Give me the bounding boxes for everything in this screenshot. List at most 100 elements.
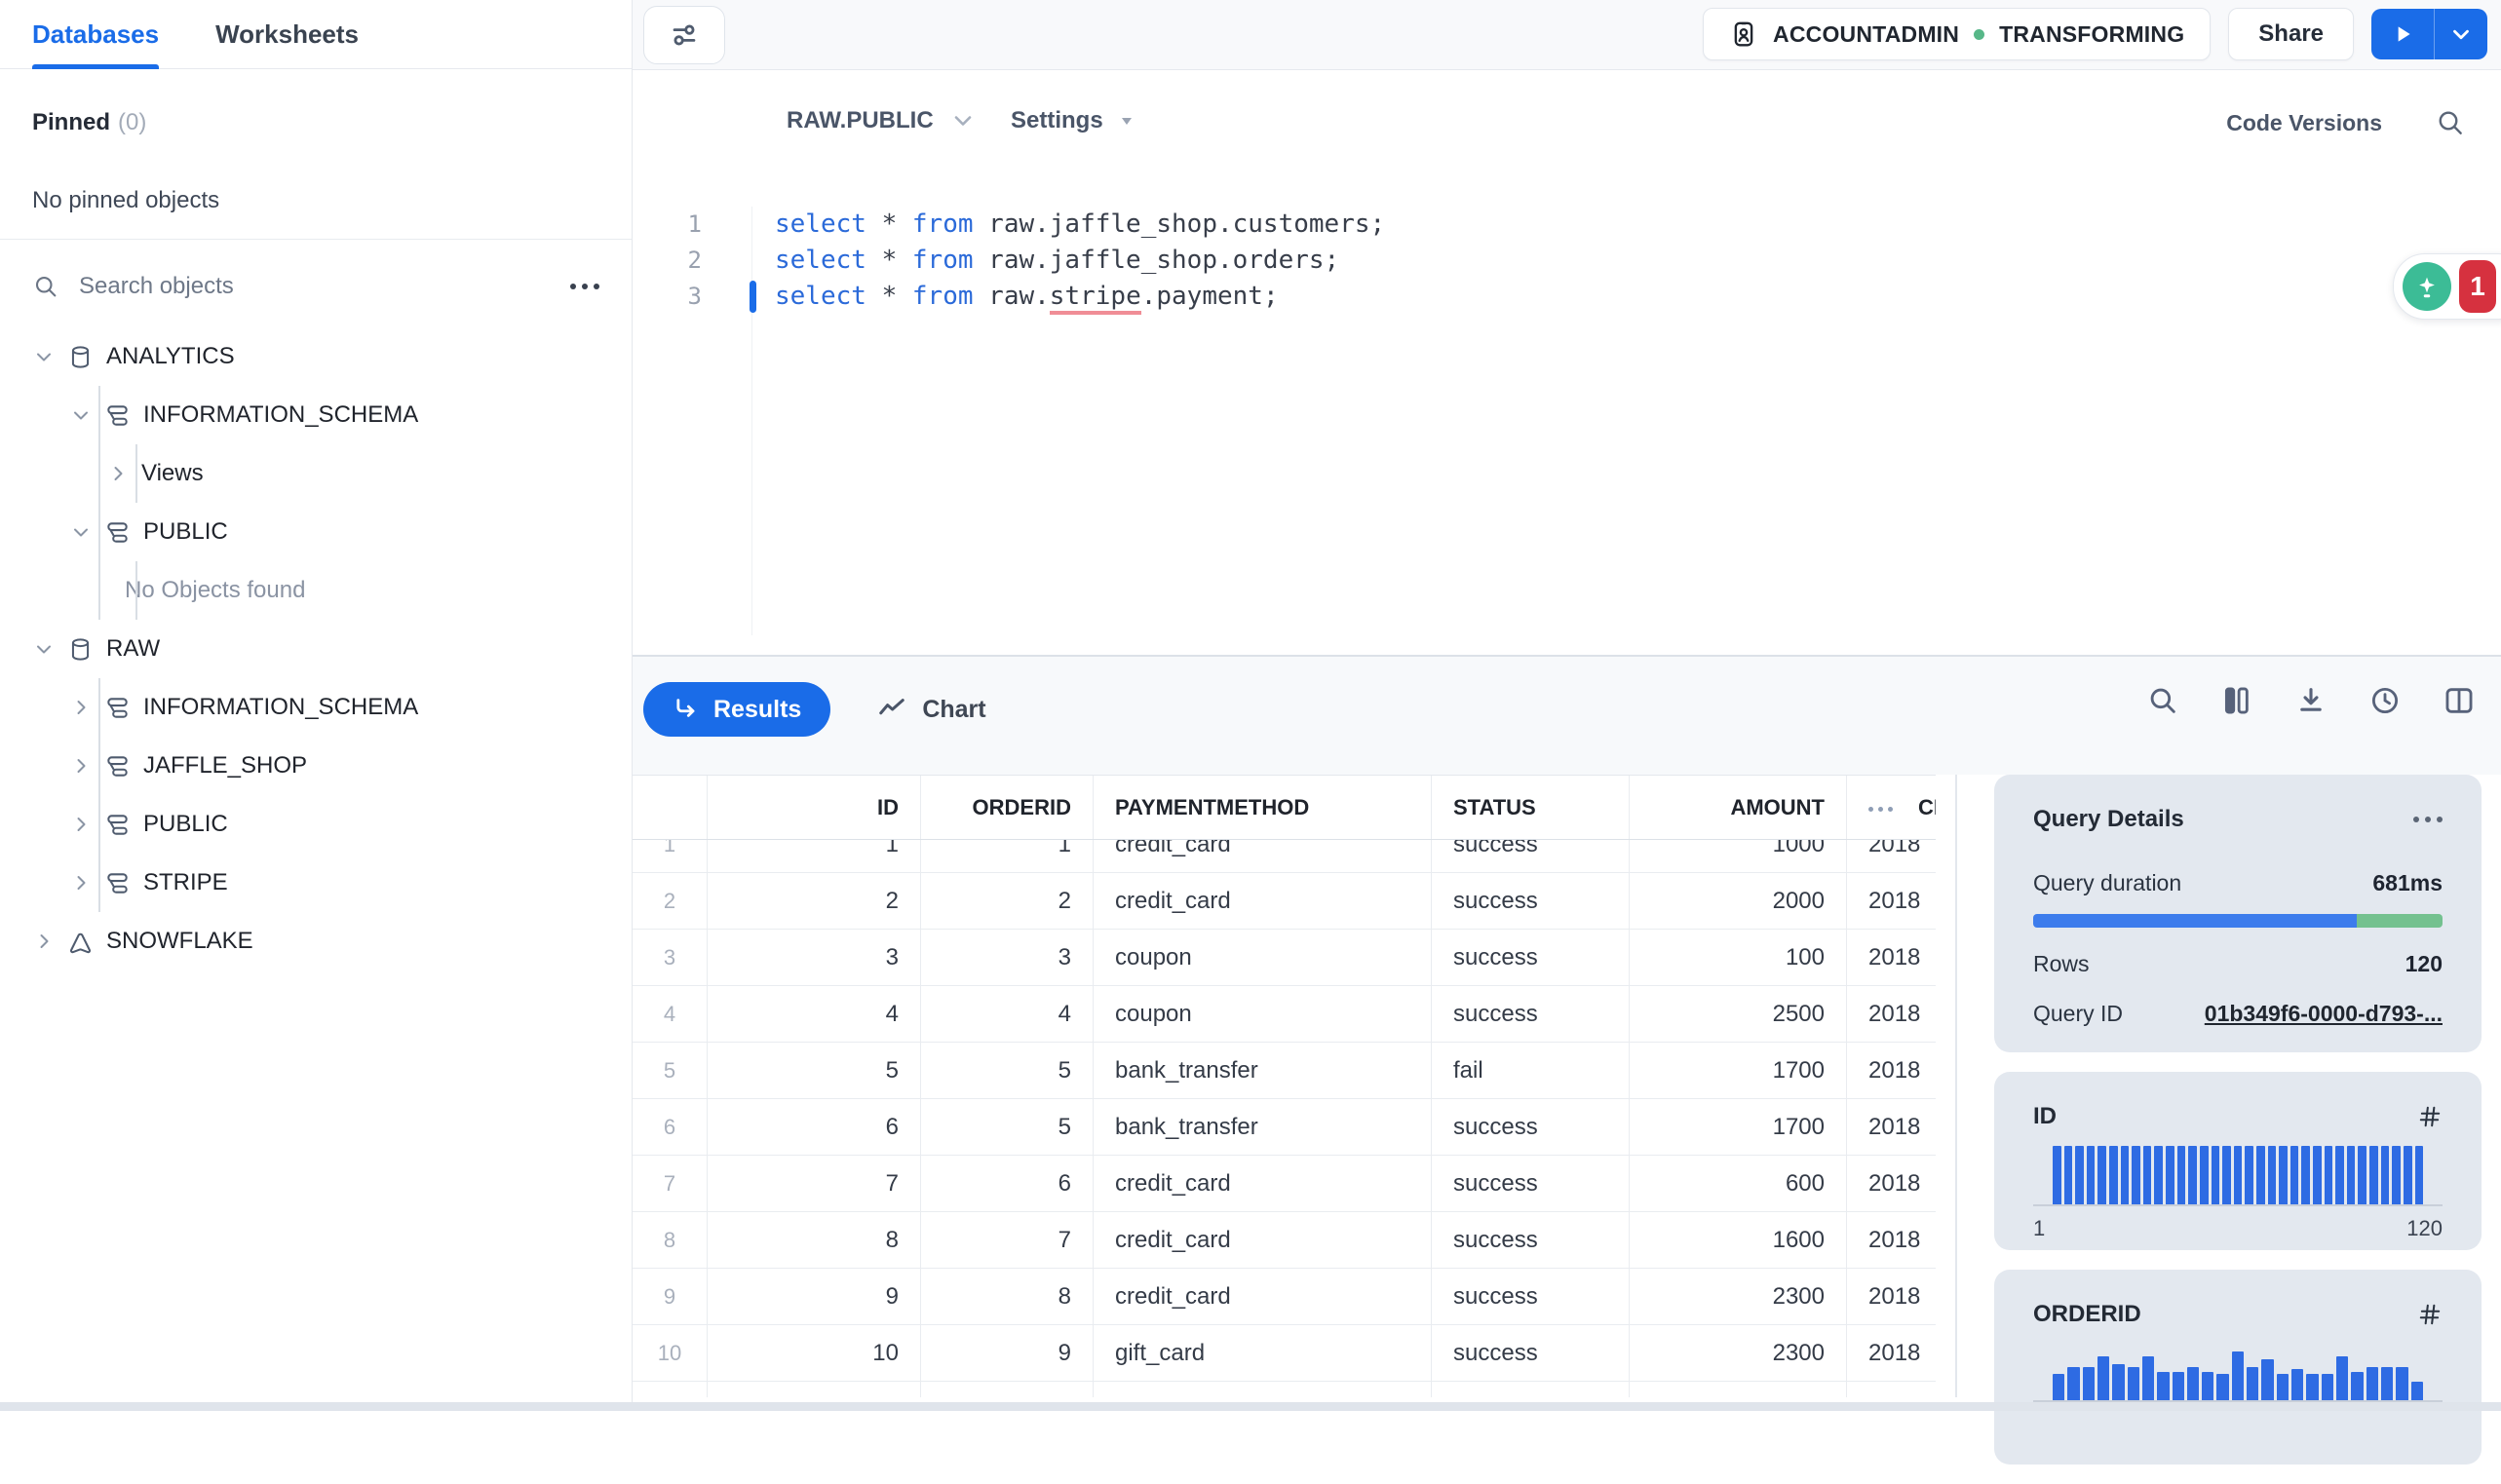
chevron-right-icon[interactable] <box>69 696 93 719</box>
column-header-id[interactable]: ID <box>708 776 921 839</box>
histogram-bar <box>2267 1146 2277 1206</box>
histogram-bar <box>2142 1146 2152 1206</box>
database-schema-selector[interactable]: RAW.PUBLIC <box>787 107 977 134</box>
table-cell: 2 <box>708 873 921 929</box>
table-row[interactable]: 4 4 4 coupon success 2500 2018 <box>633 986 1936 1043</box>
tree-item-public[interactable]: PUBLIC <box>0 503 632 561</box>
numeric-hash-icon[interactable] <box>2417 1302 2443 1327</box>
tree-item-stripe[interactable]: STRIPE <box>0 854 632 912</box>
table-cell: 8 <box>633 1212 708 1268</box>
tree-item-views[interactable]: Views <box>0 444 632 503</box>
run-options-chevron[interactable] <box>2434 9 2487 59</box>
copilot-suggestion-pill[interactable]: 1 <box>2393 253 2501 320</box>
id-axis-min: 1 <box>2033 1216 2046 1240</box>
chevron-down-icon[interactable] <box>69 403 93 427</box>
table-cell: 5 <box>921 1043 1094 1098</box>
sidebar-more-menu-icon[interactable] <box>570 284 599 289</box>
column-header-amount[interactable]: AMOUNT <box>1630 776 1847 839</box>
chevron-right-icon[interactable] <box>106 462 130 485</box>
tree-item-information-schema[interactable]: INFORMATION_SCHEMA <box>0 386 632 444</box>
histogram-bar <box>2396 1366 2408 1402</box>
chevron-right-icon[interactable] <box>32 930 56 953</box>
table-cell: 2300 <box>1630 1325 1847 1381</box>
sql-line[interactable]: 2 select * from raw.jaffle_shop.orders; <box>633 243 2501 279</box>
tab-chart[interactable]: Chart <box>877 695 986 724</box>
table-cell: 7 <box>921 1212 1094 1268</box>
histogram-bar <box>2176 1146 2186 1206</box>
table-row[interactable]: 9 9 8 credit_card success 2300 2018 <box>633 1269 1936 1325</box>
table-vertical-scrollbar[interactable] <box>1955 775 1957 1397</box>
results-search-icon[interactable] <box>2146 684 2179 717</box>
table-cell <box>1847 1382 1936 1397</box>
table-cell: 6 <box>708 1099 921 1155</box>
table-row[interactable]: 3 3 3 coupon success 100 2018 <box>633 930 1936 986</box>
column-header-paymentmethod[interactable]: PAYMENTMETHOD <box>1094 776 1432 839</box>
histogram-bar <box>2086 1146 2096 1206</box>
histogram-bar <box>2369 1146 2378 1206</box>
duration-value: 681ms <box>2372 870 2443 895</box>
tree-item-jaffle-shop[interactable]: JAFFLE_SHOP <box>0 737 632 795</box>
sql-line[interactable]: 1 select * from raw.jaffle_shop.customers… <box>633 207 2501 243</box>
tab-databases[interactable]: Databases <box>32 0 160 69</box>
histogram-bar <box>2199 1146 2209 1206</box>
chevron-right-icon[interactable] <box>69 754 93 778</box>
tree-item-analytics[interactable]: ANALYTICS <box>0 327 632 386</box>
chevron-right-icon[interactable] <box>69 813 93 836</box>
column-header-rownum[interactable] <box>633 776 708 839</box>
tree-item-snowflake[interactable]: SNOWFLAKE <box>0 912 632 970</box>
tree-item-information-schema[interactable]: INFORMATION_SCHEMA <box>0 678 632 737</box>
table-row[interactable]: 5 5 5 bank_transfer fail 1700 2018 <box>633 1043 1936 1099</box>
column-header-orderid[interactable]: ORDERID <box>921 776 1094 839</box>
id-histogram-card: ID 1 120 <box>1994 1072 2482 1250</box>
chevron-down-icon[interactable] <box>32 345 56 368</box>
object-explorer-sidebar: Databases Worksheets Pinned (0) No pinned… <box>0 0 633 1411</box>
editor-search-icon[interactable] <box>2435 107 2466 138</box>
database-icon <box>67 636 94 663</box>
chevron-right-icon[interactable] <box>69 871 93 894</box>
tree-item-label: PUBLIC <box>143 518 228 545</box>
columns-icon[interactable] <box>2220 684 2253 717</box>
query-id-link[interactable]: 01b349f6-0000-d793-... <box>2205 1001 2443 1027</box>
histogram-bar <box>2053 1146 2061 1206</box>
id-column-title: ID <box>2033 1103 2057 1129</box>
histogram-bar <box>2216 1374 2229 1402</box>
download-icon[interactable] <box>2294 684 2328 717</box>
query-history-clock-icon[interactable] <box>2368 684 2402 717</box>
context-role-warehouse-button[interactable]: ACCOUNTADMIN TRANSFORMING <box>1703 8 2212 60</box>
column-header-created[interactable]: CREATED <box>1847 776 1936 839</box>
object-tree: ANALYTICS INFORMATION_SCHEMA Views PUBLIC No… <box>0 327 632 970</box>
table-cell: 3 <box>921 930 1094 985</box>
tab-worksheets[interactable]: Worksheets <box>215 0 359 69</box>
chevron-down-icon[interactable] <box>69 520 93 544</box>
table-cell: success <box>1432 873 1630 929</box>
snowflake-icon <box>67 929 94 955</box>
orderid-column-title: ORDERID <box>2033 1301 2141 1327</box>
table-cell: bank_transfer <box>1094 1043 1432 1098</box>
numeric-hash-icon[interactable] <box>2417 1104 2443 1129</box>
table-row[interactable]: 8 8 7 credit_card success 1600 2018 <box>633 1212 1936 1269</box>
column-menu-icon[interactable] <box>1868 806 1893 812</box>
table-row[interactable]: 2 2 2 credit_card success 2000 2018 <box>633 873 1936 930</box>
table-row[interactable]: 10 10 9 gift_card success 2300 2018 <box>633 1325 1936 1382</box>
horizontal-scrollbar[interactable] <box>0 1402 2501 1411</box>
search-objects-input[interactable] <box>77 272 553 301</box>
table-row[interactable]: 7 7 6 credit_card success 600 2018 <box>633 1156 1936 1212</box>
share-button[interactable]: Share <box>2228 8 2354 60</box>
tree-guide <box>98 386 100 620</box>
histogram-bar <box>2172 1371 2184 1402</box>
run-button[interactable] <box>2371 9 2434 59</box>
table-row[interactable]: 11 <box>633 1382 1936 1397</box>
settings-dropdown[interactable]: Settings <box>1011 107 1135 134</box>
sql-line[interactable]: 3 select * from raw.stripe.payment; <box>633 279 2501 315</box>
tab-results[interactable]: Results <box>643 682 831 737</box>
tree-item-raw[interactable]: RAW <box>0 620 632 678</box>
split-panel-icon[interactable] <box>2443 684 2476 717</box>
filters-button[interactable] <box>643 6 725 64</box>
table-row[interactable]: 6 6 5 bank_transfer success 1700 2018 <box>633 1099 1936 1156</box>
code-versions-button[interactable]: Code Versions <box>2226 110 2382 136</box>
query-details-menu-icon[interactable] <box>2413 817 2443 822</box>
column-header-status[interactable]: STATUS <box>1432 776 1630 839</box>
chevron-down-icon[interactable] <box>32 637 56 661</box>
tree-item-public[interactable]: PUBLIC <box>0 795 632 854</box>
histogram-bar <box>2222 1146 2231 1206</box>
